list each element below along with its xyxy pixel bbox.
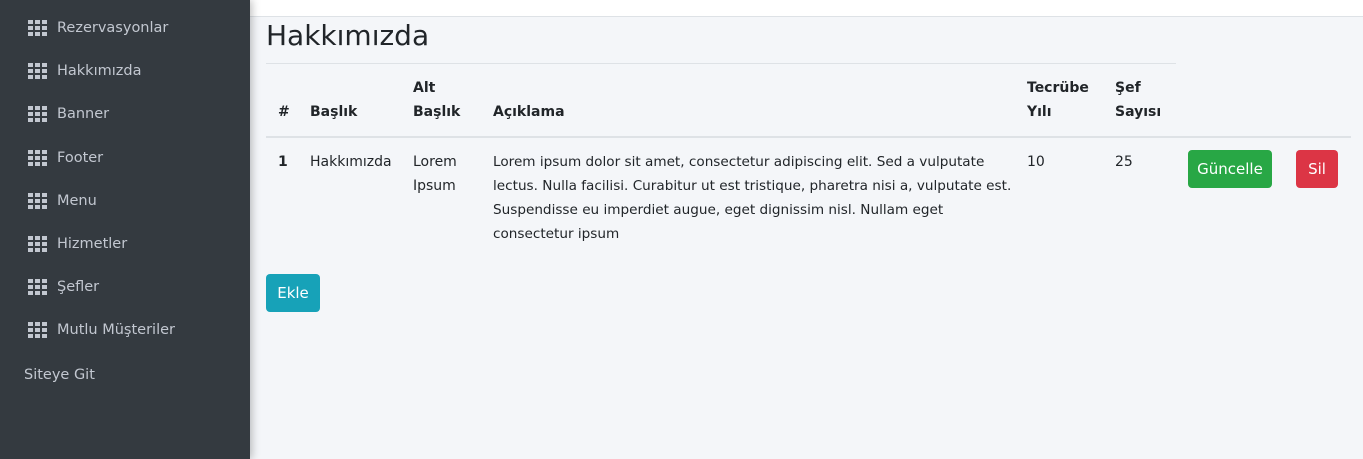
grid-icon (28, 236, 47, 252)
sidebar-item-hakkimizda[interactable]: Hakkımızda (28, 59, 141, 83)
add-button[interactable]: Ekle (266, 274, 320, 312)
cell-description-line1: Lorem ipsum dolor sit amet, consectetur … (493, 154, 985, 170)
cell-description-line2: lectus. Nulla facilisi. Curabitur ut est… (493, 178, 1012, 194)
grid-icon (28, 279, 47, 295)
update-button[interactable]: Güncelle (1188, 150, 1272, 188)
sidebar-item-label: Rezervasyonlar (57, 20, 169, 36)
cell-index: 1 (278, 154, 288, 170)
cell-description-line3: Suspendisse eu imperdiet augue, eget dig… (493, 202, 944, 218)
table-header-divider (266, 136, 1351, 138)
cell-subtitle-line1: Lorem (413, 154, 457, 170)
sidebar-item-hizmetler[interactable]: Hizmetler (28, 232, 127, 256)
cell-experience: 10 (1027, 154, 1045, 170)
sidebar-item-label: Şefler (57, 279, 100, 295)
cell-title: Hakkımızda (310, 154, 392, 170)
sidebar: Rezervasyonlar Hakkımızda Banner Footer … (0, 0, 250, 459)
column-header-description: Açıklama (493, 104, 565, 120)
sidebar-item-label: Footer (57, 150, 104, 166)
top-navbar (250, 0, 1363, 17)
sidebar-item-mutlu-musteriler[interactable]: Mutlu Müşteriler (28, 318, 175, 342)
grid-icon (28, 106, 47, 122)
cell-subtitle-line2: Ipsum (413, 178, 456, 194)
sidebar-item-footer[interactable]: Footer (28, 146, 103, 170)
sidebar-item-menu[interactable]: Menu (28, 189, 97, 213)
column-header-subtitle-line1: Alt (413, 80, 436, 96)
grid-icon (28, 150, 47, 166)
page-title: Hakkımızda (266, 19, 430, 52)
grid-icon (28, 20, 47, 36)
sidebar-item-label: Hizmetler (57, 236, 128, 252)
column-header-title: Başlık (310, 104, 358, 120)
column-header-experience-line1: Tecrübe (1027, 80, 1089, 96)
grid-icon (28, 193, 47, 209)
column-header-chefs-line2: Sayısı (1115, 104, 1162, 120)
cell-description-line4: consectetur ipsum (493, 226, 620, 242)
sidebar-item-label: Menu (57, 193, 97, 209)
sidebar-item-label: Hakkımızda (57, 63, 142, 79)
column-header-subtitle-line2: Başlık (413, 104, 461, 120)
sidebar-item-label: Mutlu Müşteriler (57, 322, 175, 338)
column-header-index: # (278, 104, 290, 120)
grid-icon (28, 322, 47, 338)
divider (266, 63, 1176, 64)
delete-button[interactable]: Sil (1296, 150, 1338, 188)
column-header-chefs-line1: Şef (1115, 80, 1141, 96)
sidebar-item-rezervasyonlar[interactable]: Rezervasyonlar (28, 16, 168, 40)
sidebar-item-label: Banner (57, 106, 110, 122)
sidebar-item-banner[interactable]: Banner (28, 102, 109, 126)
site-link[interactable]: Siteye Git (24, 363, 95, 387)
grid-icon (28, 63, 47, 79)
column-header-experience-line2: Yılı (1027, 104, 1052, 120)
sidebar-item-sefler[interactable]: Şefler (28, 275, 99, 299)
cell-chefs: 25 (1115, 154, 1133, 170)
